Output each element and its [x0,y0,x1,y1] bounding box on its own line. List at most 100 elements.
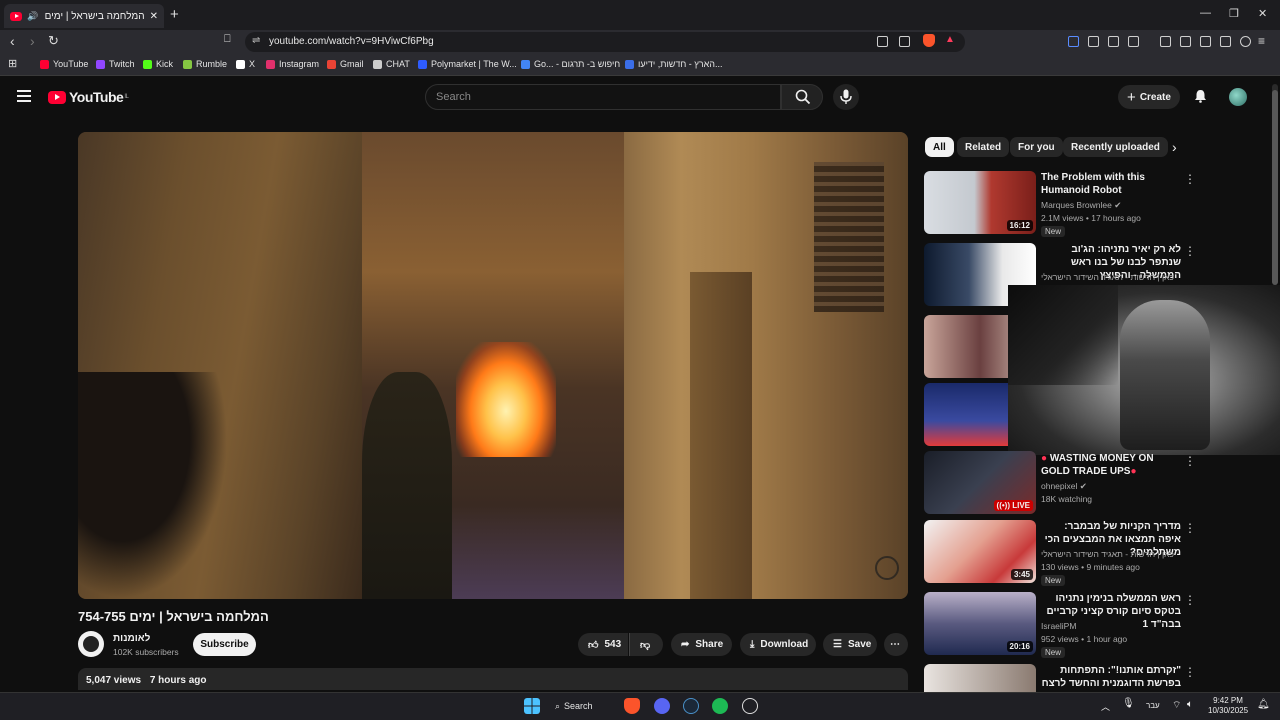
audio-icon[interactable] [1068,36,1079,47]
volume-icon[interactable]: 🔈︎ [1187,699,1193,710]
sidebar-toggle-icon[interactable] [1180,36,1191,47]
site-info-icon[interactable]: ⇌ [252,35,260,46]
knight-figure [1120,300,1210,450]
app-icon[interactable] [742,698,758,714]
sidebar-channel-name[interactable]: Marques Brownlee ✔ [1041,200,1121,211]
screenshot-icon[interactable] [1128,36,1139,47]
verified-icon: ✔ [1114,200,1122,210]
create-button[interactable]: + Create [1118,85,1180,109]
wallet-icon[interactable] [1200,36,1211,47]
maximize-icon[interactable]: ❐ [1229,7,1239,20]
sidebar-thumbnail[interactable]: 20:16 [924,592,1036,655]
browser-tab[interactable]: 🔊 המלחמה בישראל | ימים 754-755 ✕ [4,4,164,28]
tray-expand-icon[interactable]: ︿ [1101,700,1110,713]
account-avatar[interactable] [1229,88,1247,106]
speaker-icon[interactable]: 🔊 [27,11,38,22]
subscribe-button[interactable]: Subscribe [193,633,256,656]
minimize-icon[interactable]: — [1200,7,1211,19]
bookmark-item[interactable]: YouTube [40,59,88,69]
like-button[interactable]: 👍︎ 543 [578,633,628,656]
sidebar-more-icon[interactable]: ⋮ [1184,244,1196,258]
spotify-icon[interactable] [712,698,728,714]
share-button[interactable]: ➦ Share [671,633,732,656]
bookmark-item[interactable]: הארץ - חדשות, ידיעו... [625,59,723,69]
apps-grid-icon[interactable]: ⊞ [8,57,17,70]
save-button[interactable]: ☰ Save [823,633,877,656]
brave-rewards-icon[interactable]: ▲ [945,34,955,45]
sidebar-more-icon[interactable]: ⋮ [1184,454,1196,468]
notifications-bell-icon[interactable] [1194,89,1207,103]
sidebar-video-title[interactable]: The Problem with this Humanoid Robot [1041,171,1181,197]
bookmark-item[interactable]: Instagram [266,59,319,69]
notification-center-icon[interactable]: 🔔︎ [1257,699,1270,710]
channel-avatar[interactable] [78,631,104,657]
sidebar-more-icon[interactable]: ⋮ [1184,665,1196,679]
bookmark-item[interactable]: Twitch [96,59,135,69]
chip-recently-uploaded[interactable]: Recently uploaded [1063,137,1168,157]
brave-shield-icon[interactable] [923,34,935,47]
steam-icon[interactable] [683,698,699,714]
back-icon[interactable]: ‹ [10,33,15,49]
new-tab-button[interactable]: + [170,6,179,23]
vpn-shield-icon[interactable] [1088,36,1099,47]
ai-assistant-icon[interactable] [1220,36,1231,47]
share-page-icon[interactable] [899,36,910,47]
sidebar-channel-name[interactable]: ohnepixel ✔ [1041,481,1087,492]
close-window-icon[interactable]: ✕ [1258,7,1267,20]
sidebar-video-title[interactable]: "זקרתם אותנו!": התפתחות בפרשת הדוגמנית ו… [1041,664,1181,692]
download-button[interactable]: ⤓ Download [740,633,816,656]
windows-start-icon[interactable] [524,698,540,714]
search-button[interactable] [781,84,823,110]
more-actions-button[interactable]: ⋯ [884,633,908,656]
channel-name[interactable]: לאומנות [113,633,150,644]
music-icon[interactable] [1160,36,1171,47]
description-box[interactable]: 5,047 views 7 hours ago [78,668,908,690]
input-language[interactable]: עבר [1146,701,1160,710]
sidebar-thumbnail[interactable]: 3:45 [924,520,1036,583]
sidebar-thumbnail[interactable]: ((•)) LIVE [924,451,1036,514]
taskbar-clock[interactable]: 9:42 PM 10/30/2025 [1208,696,1248,716]
discord-icon[interactable] [654,698,670,714]
cast-icon[interactable] [877,36,888,47]
brave-browser-icon[interactable] [624,698,640,714]
privacy-icon[interactable] [1240,36,1251,47]
search-input[interactable]: Search [425,84,781,110]
chip-related[interactable]: Related [957,137,1010,157]
video-player[interactable] [78,132,908,599]
chips-next-icon[interactable]: › [1172,139,1177,155]
url-bar[interactable]: ⇌ youtube.com/watch?v=9HViwCf6Pbg ▲ [245,32,965,52]
channel-watermark-icon[interactable] [875,556,899,580]
bookmark-item[interactable]: Go... - חיפוש ב- תרגום [521,59,620,69]
dislike-button[interactable]: 👎︎ [629,633,663,656]
sidebar-channel-name[interactable]: IsraeliPM [1041,621,1076,631]
sidebar-more-icon[interactable]: ⋮ [1184,521,1196,535]
sidebar-channel-name[interactable]: כאן | חדשות - תאגיד השידור הישראלי [1041,549,1174,559]
menu-icon[interactable]: ≡ [1258,34,1265,48]
bookmark-icon[interactable]: ⎕ [224,33,231,46]
sidebar-more-icon[interactable]: ⋮ [1184,172,1196,186]
sidebar-more-icon[interactable]: ⋮ [1184,593,1196,607]
bookmark-item[interactable]: Rumble [183,59,227,69]
bookmark-item[interactable]: CHAT [373,59,410,69]
voice-search-button[interactable] [833,84,859,110]
forward-icon[interactable]: › [30,33,35,49]
sidebar-video-title[interactable]: ● WASTING MONEY ON GOLD TRADE UPS● [1041,452,1181,478]
sidebar-channel-name[interactable]: כאן | חדשות - תאגיד השידור הישראלי [1041,272,1174,282]
hamburger-menu-icon[interactable] [17,90,31,102]
chip-for-you[interactable]: For you [1010,137,1063,157]
taskbar-search[interactable]: ⌕ Search [555,697,609,715]
bookmark-item[interactable]: Kick [143,59,173,69]
chip-all[interactable]: All [925,137,954,157]
wifi-icon[interactable]: ⌔ [1172,699,1181,712]
sidebar-thumbnail[interactable]: 16:12 [924,171,1036,234]
bookmark-item[interactable]: X [236,59,255,69]
page-scrollbar-thumb[interactable] [1272,90,1278,285]
tray-mic-icon[interactable]: 🎙︎ [1122,698,1135,709]
extensions-icon[interactable] [1108,36,1119,47]
youtube-logo[interactable]: YouTube IL [48,89,129,105]
close-tab-icon[interactable]: ✕ [150,11,158,22]
reload-icon[interactable]: ↻ [48,33,59,49]
bookmark-item[interactable]: Polymarket | The W... [418,59,517,69]
sidebar-thumbnail[interactable] [924,664,1036,692]
bookmark-item[interactable]: Gmail [327,59,364,69]
